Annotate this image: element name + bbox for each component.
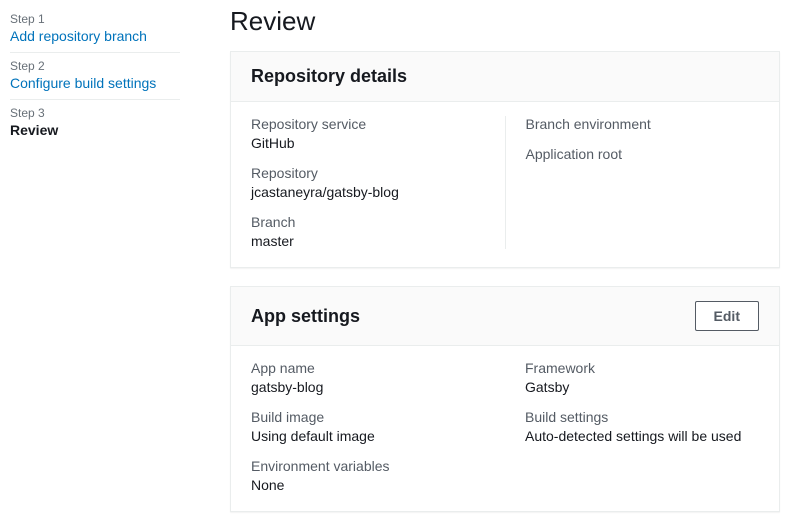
wizard-sidebar: Step 1 Add repository branch Step 2 Conf… — [0, 0, 200, 523]
field-framework: Framework Gatsby — [525, 360, 759, 395]
step-number-label: Step 1 — [10, 12, 180, 26]
wizard-step-1[interactable]: Step 1 Add repository branch — [10, 12, 180, 52]
step-link-add-repository-branch[interactable]: Add repository branch — [10, 28, 180, 44]
field-repository-service: Repository service GitHub — [251, 116, 485, 151]
wizard-step-2[interactable]: Step 2 Configure build settings — [10, 52, 180, 99]
main-content: Review Repository details Repository ser… — [200, 0, 800, 523]
panel-title: App settings — [251, 306, 360, 327]
step-number-label: Step 2 — [10, 59, 180, 73]
field-branch-environment: Branch environment — [526, 116, 760, 132]
page-title: Review — [230, 6, 780, 37]
repository-details-panel: Repository details Repository service Gi… — [230, 51, 780, 268]
wizard-step-3: Step 3 Review — [10, 99, 180, 146]
edit-button[interactable]: Edit — [695, 301, 759, 331]
field-branch: Branch master — [251, 214, 485, 249]
step-current-review: Review — [10, 122, 180, 138]
panel-title: Repository details — [251, 66, 407, 87]
app-settings-panel: App settings Edit App name gatsby-blog B… — [230, 286, 780, 512]
field-build-image: Build image Using default image — [251, 409, 485, 444]
field-environment-variables: Environment variables None — [251, 458, 485, 493]
step-number-label: Step 3 — [10, 106, 180, 120]
field-repository: Repository jcastaneyra/gatsby-blog — [251, 165, 485, 200]
panel-header: App settings Edit — [231, 287, 779, 346]
field-app-name: App name gatsby-blog — [251, 360, 485, 395]
field-application-root: Application root — [526, 146, 760, 162]
step-link-configure-build-settings[interactable]: Configure build settings — [10, 75, 180, 91]
panel-header: Repository details — [231, 52, 779, 102]
field-build-settings: Build settings Auto-detected settings wi… — [525, 409, 759, 444]
